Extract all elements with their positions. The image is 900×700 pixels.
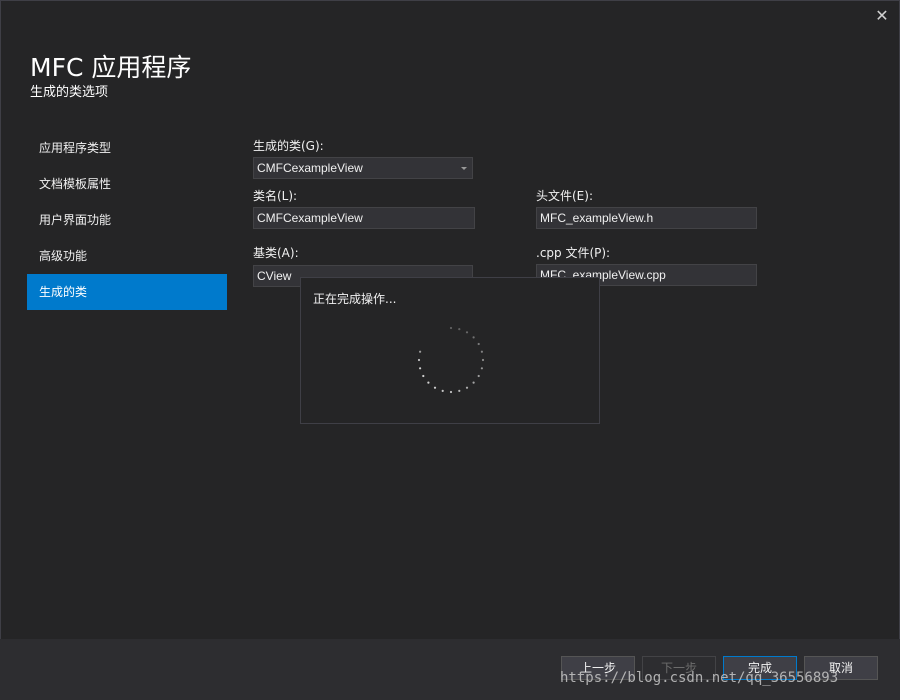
page-subtitle: 生成的类选项 — [30, 85, 109, 100]
generated-class-dropdown[interactable]: CMFCexampleView — [253, 157, 473, 179]
progress-dialog: 正在完成操作... — [300, 277, 600, 424]
generated-class-label: 生成的类(G): — [253, 139, 324, 153]
sidebar-item-application-type[interactable]: 应用程序类型 — [27, 130, 227, 166]
header-file-label: 头文件(E): — [536, 189, 593, 203]
close-icon[interactable]: ✕ — [872, 6, 892, 26]
sidebar-item-advanced-features[interactable]: 高级功能 — [27, 238, 227, 274]
sidebar-item-document-template[interactable]: 文档模板属性 — [27, 166, 227, 202]
loading-spinner-icon — [417, 326, 485, 394]
base-class-label: 基类(A): — [253, 246, 299, 260]
class-name-label: 类名(L): — [253, 189, 298, 203]
page-title: MFC 应用程序 — [30, 53, 192, 82]
sidebar: 应用程序类型 文档模板属性 用户界面功能 高级功能 生成的类 — [27, 130, 227, 310]
progress-message: 正在完成操作... — [313, 292, 397, 306]
sidebar-item-ui-features[interactable]: 用户界面功能 — [27, 202, 227, 238]
chevron-down-icon — [461, 167, 467, 170]
cpp-file-label: .cpp 文件(P): — [536, 246, 611, 260]
watermark: https://blog.csdn.net/qq_36556893 — [560, 670, 839, 686]
sidebar-item-generated-classes[interactable]: 生成的类 — [27, 274, 227, 310]
class-name-field[interactable]: CMFCexampleView — [253, 207, 475, 229]
header-file-field[interactable]: MFC_exampleView.h — [536, 207, 757, 229]
generated-class-value: CMFCexampleView — [257, 161, 363, 175]
